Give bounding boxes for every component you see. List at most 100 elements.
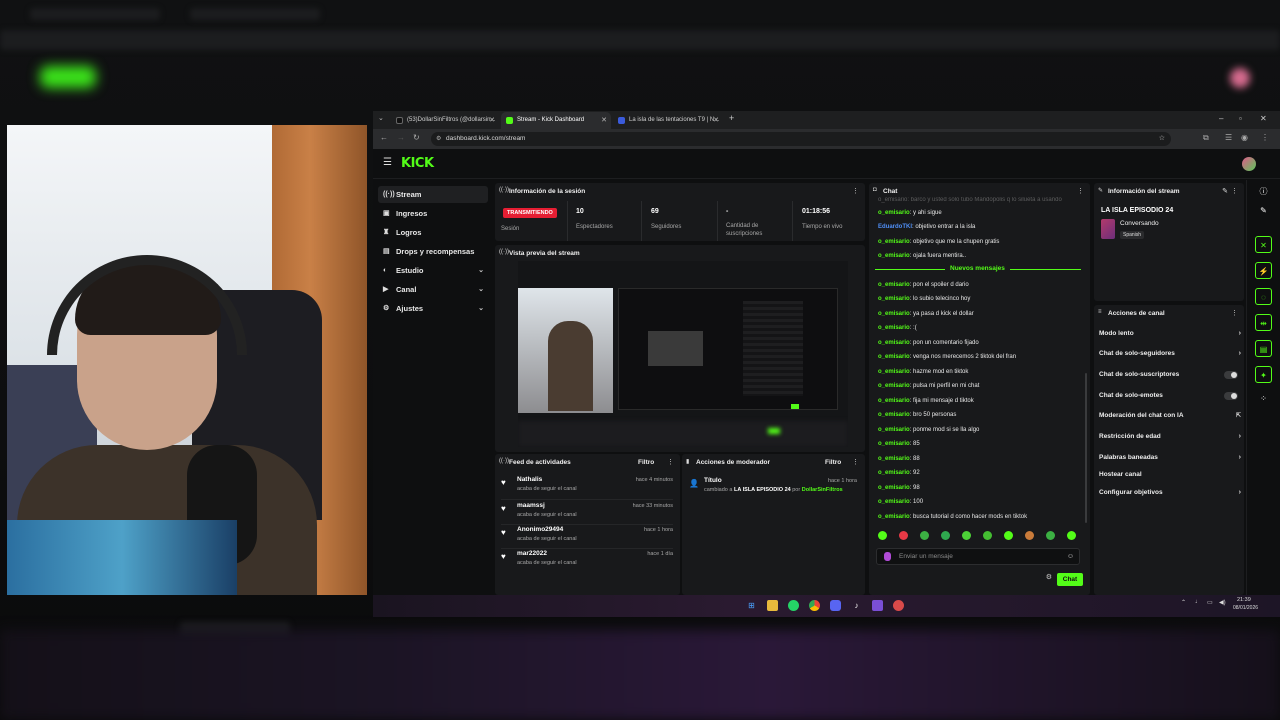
action-ai-moderation[interactable]: Moderación del chat con IA ⇱ (1099, 409, 1241, 423)
sidebar-item-drops[interactable]: ▤ Drops y recompensas (378, 243, 488, 260)
sidebar-item-canal[interactable]: ▶ Canal ⌄ (378, 281, 488, 298)
action-host-channel[interactable]: Hostear canal (1099, 468, 1241, 482)
file-explorer-icon[interactable] (767, 600, 778, 611)
site-info-icon[interactable]: ⚙ (436, 132, 441, 146)
chat-username[interactable]: o_emisario (878, 470, 910, 476)
chat-username[interactable]: o_emisario (878, 325, 910, 331)
action-slow-mode[interactable]: Modo lento › (1099, 327, 1241, 341)
windows-start-icon[interactable]: ⊞ (746, 600, 757, 611)
chat-username[interactable]: EduardoTKI (878, 224, 912, 230)
chrome-icon[interactable] (809, 600, 820, 611)
action-age-restriction[interactable]: Restricción de edad › (1099, 430, 1241, 444)
chat-username[interactable]: o_emisario (878, 412, 910, 418)
crosshair-icon[interactable]: ✕ (1255, 236, 1272, 253)
reading-list-icon[interactable]: ☰ (1225, 133, 1232, 142)
follower-name[interactable]: Anonimo29494 (517, 526, 563, 533)
chat-username[interactable]: o_emisario (878, 210, 910, 216)
minimize-icon[interactable]: – (1219, 114, 1223, 123)
sidebar-item-logros[interactable]: ♜ Logros (378, 224, 488, 241)
follower-name[interactable]: Nathalis (517, 476, 542, 483)
chat-username[interactable]: o_emisario (878, 427, 910, 433)
emote-icon[interactable] (899, 531, 908, 540)
hamburger-menu-icon[interactable]: ☰ (383, 157, 392, 168)
chat-username[interactable]: o_emisario (878, 514, 910, 520)
whatsapp-icon[interactable] (788, 600, 799, 611)
mic-icon[interactable]: ♩ (1195, 599, 1201, 605)
chat-username[interactable]: o_emisario (878, 311, 910, 317)
volume-icon[interactable]: ◀) (1219, 599, 1226, 606)
chat-username[interactable]: o_emisario (878, 369, 910, 375)
app-icon[interactable] (872, 600, 883, 611)
clock-date[interactable]: 08/01/2026 (1233, 605, 1258, 611)
bolt-icon[interactable]: ⚡ (1255, 262, 1272, 279)
info-icon[interactable]: ⓘ (1255, 183, 1272, 200)
back-icon[interactable]: ← (380, 133, 388, 142)
emote-icon[interactable] (1067, 531, 1076, 540)
chat-username[interactable]: o_emisario (878, 282, 910, 288)
chat-username[interactable]: o_emisario (878, 383, 910, 389)
reload-icon[interactable]: ↻ (413, 133, 420, 142)
more-options-icon[interactable]: ⋮ (852, 458, 859, 466)
tab-kick-dashboard[interactable]: Stream - Kick Dashboard ✕ (501, 112, 611, 129)
chat-settings-gear-icon[interactable]: ⚙ (1046, 573, 1052, 581)
more-options-icon[interactable]: ⋮ (852, 187, 859, 195)
chat-scrollbar[interactable] (1085, 373, 1087, 523)
close-icon[interactable]: ✕ (713, 112, 719, 129)
chat-bubble-icon[interactable]: ◌ (1255, 288, 1272, 305)
chat-username[interactable]: o_emisario (878, 296, 910, 302)
edit-icon[interactable]: ✎ (1255, 202, 1272, 219)
kick-logo[interactable]: KICK (401, 156, 434, 171)
clock-time[interactable]: 21:39 (1237, 597, 1251, 603)
close-icon[interactable]: ✕ (489, 112, 495, 129)
split-icon[interactable]: ⇹ (1255, 314, 1272, 331)
avatar[interactable] (1242, 157, 1256, 171)
tiktok-icon[interactable]: ♪ (851, 600, 862, 611)
sidebar-item-stream[interactable]: ((·)) Stream (378, 186, 488, 203)
network-icon[interactable]: ▭ (1207, 599, 1213, 606)
new-tab-icon[interactable]: + (729, 113, 734, 123)
stream-preview-video[interactable] (518, 261, 848, 447)
apps-icon[interactable]: ⁘ (1255, 390, 1272, 407)
sidebar-item-ingresos[interactable]: ▣ Ingresos (378, 205, 488, 222)
tray-chevron-icon[interactable]: ⌃ (1181, 599, 1186, 606)
chat-username[interactable]: o_emisario (878, 456, 910, 462)
sidebar-item-ajustes[interactable]: ⚙ Ajustes ⌄ (378, 300, 488, 317)
emote-icon[interactable] (1004, 531, 1013, 540)
obs-icon[interactable] (893, 600, 904, 611)
more-options-icon[interactable]: ⋮ (1231, 309, 1238, 317)
tab-search-icon[interactable]: ⌄ (378, 114, 384, 122)
follower-name[interactable]: maamssj (517, 502, 545, 509)
filter-button[interactable]: Filtro (638, 459, 654, 466)
emoji-icon[interactable]: ☺ (1067, 549, 1074, 564)
chat-username[interactable]: o_emisario (878, 239, 910, 245)
send-chat-button[interactable]: Chat (1057, 573, 1083, 586)
more-options-icon[interactable]: ⋮ (1077, 187, 1084, 195)
chat-input[interactable]: Enviar un mensaje ☺ (876, 548, 1080, 565)
chat-username[interactable]: o_emisario (878, 340, 910, 346)
sidebar-item-estudio[interactable]: ◐ Estudio ⌄ (378, 262, 488, 279)
bookmark-star-icon[interactable]: ☆ (1159, 132, 1165, 146)
discord-icon[interactable] (830, 600, 841, 611)
close-window-icon[interactable]: ✕ (1260, 114, 1267, 123)
extensions-icon[interactable]: ⧉ (1203, 133, 1209, 143)
filter-button[interactable]: Filtro (825, 459, 841, 466)
maximize-icon[interactable]: ▫ (1239, 114, 1242, 123)
edit-pencil-icon[interactable]: ✎ (1222, 187, 1228, 195)
mod-action-user[interactable]: DollarSinFiltros (802, 487, 843, 493)
wrench-icon[interactable]: ✦ (1255, 366, 1272, 383)
chat-username[interactable]: o_emisario (878, 253, 910, 259)
emote-icon[interactable] (1046, 531, 1055, 540)
url-field[interactable]: ⚙ dashboard.kick.com/stream ☆ (431, 132, 1171, 146)
emotes-only-toggle[interactable] (1224, 392, 1238, 400)
menu-icon[interactable]: ⋮ (1261, 133, 1269, 142)
chat-username[interactable]: o_emisario (878, 485, 910, 491)
chat-username[interactable]: o_emisario (878, 354, 910, 360)
follower-name[interactable]: mar22022 (517, 550, 547, 557)
action-banned-words[interactable]: Palabras baneadas › (1099, 451, 1241, 465)
emote-icon[interactable] (962, 531, 971, 540)
more-options-icon[interactable]: ⋮ (667, 458, 674, 466)
emote-icon[interactable] (941, 531, 950, 540)
profile-icon[interactable]: ◉ (1241, 133, 1248, 142)
subscribers-only-toggle[interactable] (1224, 371, 1238, 379)
action-configure-goals[interactable]: Configurar objetivos › (1099, 486, 1241, 500)
